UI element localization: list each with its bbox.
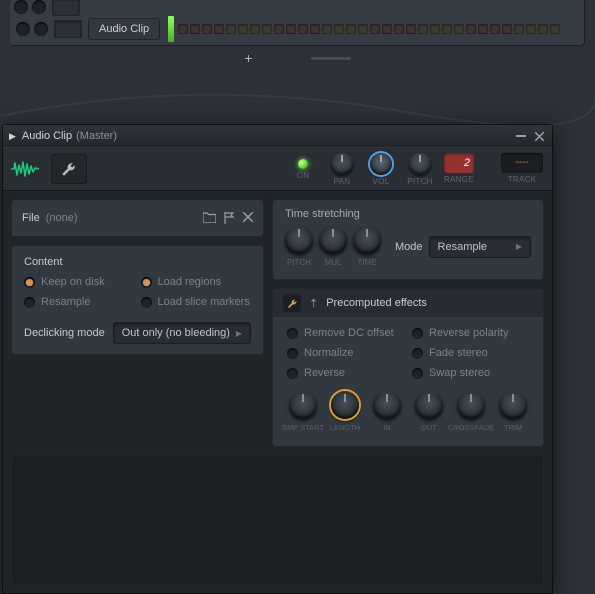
stretch-pitch-knob[interactable] (285, 226, 313, 254)
range-label: RANGE (444, 175, 474, 184)
file-panel: File (none) (11, 199, 264, 237)
titlebar[interactable]: ▶ Audio Clip (Master) (3, 125, 552, 147)
time-stretch-panel: Time stretching PITCH MUL TIME Mode Resa… (272, 199, 544, 280)
window-title: Audio Clip (22, 130, 72, 142)
audio-clip-dialog: ▶ Audio Clip (Master) ON PAN VOL PITCH 2… (2, 124, 553, 594)
mode-value: Resample (438, 241, 488, 253)
content-heading: Content (24, 256, 251, 268)
channel-button-audio-clip[interactable]: Audio Clip (88, 18, 160, 40)
solo-toggle[interactable] (32, 0, 46, 14)
radio-icon (24, 297, 35, 308)
waveform-icon (11, 160, 39, 178)
channel-led[interactable] (16, 22, 30, 36)
minimize-button[interactable] (514, 129, 528, 143)
close-button[interactable] (532, 129, 546, 143)
declicking-value: Out only (no bleeding) (122, 327, 230, 339)
file-label: File (22, 212, 40, 224)
option-reverse-polarity[interactable]: Reverse polarity (412, 327, 529, 339)
option-load-regions[interactable]: Load regions (141, 276, 252, 288)
vol-knob[interactable] (370, 153, 392, 175)
out-knob[interactable] (415, 391, 443, 419)
radio-icon (287, 348, 298, 359)
browse-folder-icon[interactable] (203, 212, 216, 224)
background-curve (0, 86, 595, 126)
window-subtitle: (Master) (76, 130, 117, 142)
activity-led (168, 16, 174, 42)
stretch-mul-knob[interactable] (319, 226, 347, 254)
on-led[interactable] (298, 159, 308, 169)
tools-button[interactable] (51, 154, 87, 184)
trim-knob[interactable] (499, 391, 527, 419)
radio-icon (412, 348, 423, 359)
mode-label: Mode (395, 241, 423, 253)
dialog-toolbar: ON PAN VOL PITCH 2 RANGE ---- TRACK (3, 147, 552, 191)
arrow-up-icon[interactable]: ⇡ (309, 297, 318, 310)
radio-icon (287, 328, 298, 339)
file-value: (none) (46, 212, 78, 224)
pitch-knob[interactable] (409, 153, 431, 175)
content-panel: Content Keep on disk Load regions Resamp… (11, 245, 264, 355)
channel-number[interactable] (52, 0, 80, 16)
option-load-slice-markers[interactable]: Load slice markers (141, 296, 252, 308)
stretch-heading: Time stretching (285, 208, 531, 220)
radio-icon (287, 368, 298, 379)
option-keep-on-disk[interactable]: Keep on disk (24, 276, 135, 288)
range-display[interactable]: 2 (444, 153, 474, 173)
clear-file-icon[interactable] (243, 212, 253, 224)
pan-label: PAN (334, 177, 351, 186)
radio-icon (141, 277, 152, 288)
chevron-right-icon: ▶ (516, 242, 522, 251)
option-resample[interactable]: Resample (24, 296, 135, 308)
radio-icon (412, 368, 423, 379)
flag-icon[interactable] (224, 212, 235, 224)
option-remove-dc[interactable]: Remove DC offset (287, 327, 404, 339)
in-knob[interactable] (373, 391, 401, 419)
mode-dropdown[interactable]: Resample ▶ (429, 236, 531, 258)
radio-icon (24, 277, 35, 288)
fx-wrench-icon[interactable] (283, 294, 301, 312)
declicking-dropdown[interactable]: Out only (no bleeding) ▶ (113, 322, 251, 344)
option-normalize[interactable]: Normalize (287, 347, 404, 359)
pan-knob[interactable] (331, 153, 353, 175)
length-knob[interactable] (331, 391, 359, 419)
fx-heading: Precomputed effects (326, 297, 427, 309)
add-channel-row[interactable]: + (10, 46, 585, 70)
crossfade-knob[interactable] (457, 391, 485, 419)
declicking-label: Declicking mode (24, 327, 105, 339)
stretch-time-knob[interactable] (353, 226, 381, 254)
radio-icon (412, 328, 423, 339)
pitch-label: PITCH (407, 177, 433, 186)
mute-toggle[interactable] (14, 0, 28, 14)
track-label: TRACK (508, 175, 537, 184)
resize-handle[interactable] (311, 57, 351, 60)
option-fade-stereo[interactable]: Fade stereo (412, 347, 529, 359)
waveform-preview[interactable] (11, 455, 544, 585)
channel-led-2[interactable] (34, 22, 48, 36)
option-swap-stereo[interactable]: Swap stereo (412, 367, 529, 379)
track-display[interactable]: ---- (501, 153, 543, 173)
collapse-icon[interactable]: ▶ (9, 131, 16, 142)
on-label: ON (297, 171, 310, 180)
channel-rack-fragment: Audio Clip (10, 0, 585, 46)
chevron-right-icon: ▶ (236, 329, 242, 338)
option-reverse[interactable]: Reverse (287, 367, 404, 379)
vol-label: VOL (373, 177, 390, 186)
precomputed-fx-panel: ⇡ Precomputed effects Remove DC offset R… (272, 288, 544, 447)
plus-icon: + (244, 50, 252, 66)
step-sequencer[interactable] (178, 24, 560, 34)
smp-start-knob[interactable] (289, 391, 317, 419)
radio-icon (141, 297, 152, 308)
channel-label: Audio Clip (99, 23, 149, 35)
channel-selector[interactable] (54, 20, 82, 38)
